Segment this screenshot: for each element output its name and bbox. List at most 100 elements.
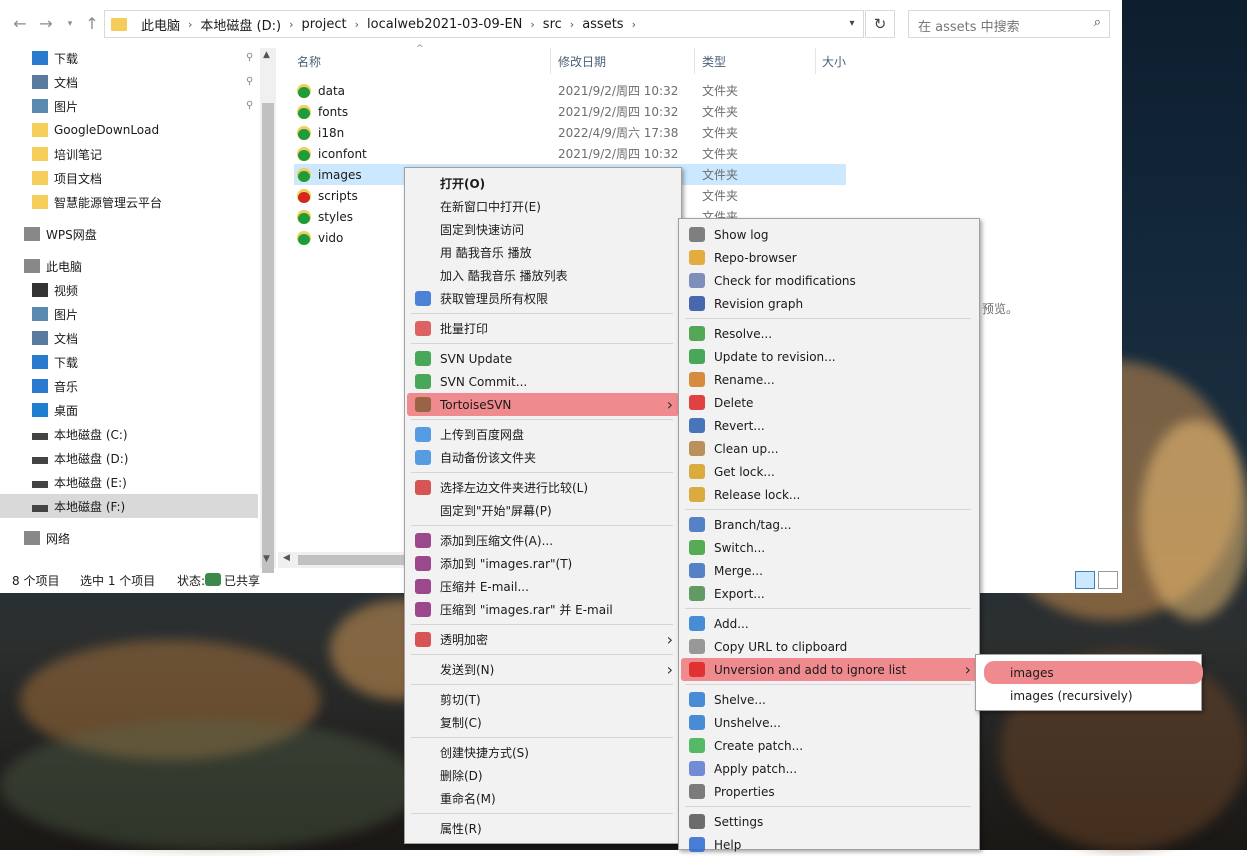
- menu-item[interactable]: 重命名(M): [407, 787, 679, 810]
- search-input[interactable]: 在 assets 中搜索 ⌕: [908, 10, 1110, 38]
- column-header-date[interactable]: 修改日期: [558, 48, 606, 74]
- nav-item[interactable]: 培训笔记: [32, 142, 102, 166]
- menu-item[interactable]: 透明加密 ›: [407, 628, 679, 651]
- menu-item[interactable]: 在新窗口中打开(E): [407, 195, 679, 218]
- nav-item[interactable]: GoogleDownLoad: [32, 118, 159, 142]
- nav-item[interactable]: 智慧能源管理云平台: [32, 190, 162, 214]
- menu-item[interactable]: Settings: [681, 810, 977, 833]
- large-icons-view-button[interactable]: [1098, 571, 1118, 589]
- menu-item[interactable]: Revert...: [681, 414, 977, 437]
- nav-item[interactable]: 此电脑: [24, 254, 82, 278]
- breadcrumb-chevron-icon[interactable]: ›: [287, 18, 295, 31]
- column-divider[interactable]: [694, 48, 695, 74]
- menu-item[interactable]: 添加到 "images.rar"(T): [407, 552, 679, 575]
- menu-item[interactable]: 复制(C): [407, 711, 679, 734]
- column-header-size[interactable]: 大小: [822, 48, 846, 74]
- pin-icon[interactable]: ⚲: [246, 52, 253, 63]
- menu-item[interactable]: 选择左边文件夹进行比较(L): [407, 476, 679, 499]
- scrollbar-thumb[interactable]: [262, 103, 274, 573]
- menu-item[interactable]: Rename...: [681, 368, 977, 391]
- nav-item[interactable]: 项目文档: [32, 166, 102, 190]
- details-view-button[interactable]: [1075, 571, 1095, 589]
- nav-vertical-scrollbar[interactable]: ▲ ▼: [260, 48, 276, 573]
- breadcrumb-chevron-icon[interactable]: ›: [353, 18, 361, 31]
- nav-item[interactable]: 音乐: [32, 374, 78, 398]
- menu-item[interactable]: 剪切(T): [407, 688, 679, 711]
- breadcrumb-chevron-icon[interactable]: ›: [630, 18, 638, 31]
- search-icon[interactable]: ⌕: [1094, 15, 1101, 30]
- menu-item[interactable]: 打开(O): [407, 172, 679, 195]
- hscroll-thumb[interactable]: [298, 555, 404, 565]
- menu-item[interactable]: 删除(D): [407, 764, 679, 787]
- menu-item[interactable]: Merge...: [681, 559, 977, 582]
- menu-item[interactable]: Branch/tag...: [681, 513, 977, 536]
- menu-item[interactable]: Unshelve...: [681, 711, 977, 734]
- menu-item[interactable]: Unversion and add to ignore list ›: [681, 658, 977, 681]
- menu-item[interactable]: 属性(R): [407, 817, 679, 840]
- address-dropdown-chevron-icon[interactable]: ▾: [841, 11, 863, 37]
- breadcrumb-item[interactable]: assets: [576, 17, 629, 32]
- menu-item[interactable]: 加入 酷我音乐 播放列表: [407, 264, 679, 287]
- nav-item[interactable]: 视频: [32, 278, 78, 302]
- menu-item[interactable]: 固定到快速访问: [407, 218, 679, 241]
- file-row[interactable]: data 2021/9/2/周四 10:32 文件夹: [294, 80, 846, 101]
- menu-item[interactable]: 创建快捷方式(S): [407, 741, 679, 764]
- menu-item[interactable]: 压缩到 "images.rar" 并 E-mail: [407, 598, 679, 621]
- menu-item[interactable]: 上传到百度网盘: [407, 423, 679, 446]
- address-bar[interactable]: 此电脑 › 本地磁盘 (D:) › project › localweb2021-03-09…: [104, 10, 864, 38]
- nav-item[interactable]: 图片: [32, 94, 78, 118]
- scroll-down-chevron-icon[interactable]: ▼: [263, 554, 270, 564]
- breadcrumb-chevron-icon[interactable]: ›: [528, 18, 536, 31]
- nav-item[interactable]: 下载: [32, 350, 78, 374]
- refresh-button[interactable]: ↻: [865, 10, 895, 38]
- menu-item[interactable]: Clean up...: [681, 437, 977, 460]
- menu-item[interactable]: Shelve...: [681, 688, 977, 711]
- menu-item[interactable]: Help: [681, 833, 977, 856]
- menu-item[interactable]: Revision graph: [681, 292, 977, 315]
- menu-item[interactable]: Copy URL to clipboard: [681, 635, 977, 658]
- file-list-horizontal-scrollbar[interactable]: ◀: [278, 552, 408, 568]
- breadcrumb-item[interactable]: 此电脑: [135, 15, 186, 34]
- menu-item[interactable]: 添加到压缩文件(A)...: [407, 529, 679, 552]
- nav-item[interactable]: 本地磁盘 (D:): [32, 446, 128, 470]
- nav-item[interactable]: WPS网盘: [24, 222, 97, 246]
- menu-item[interactable]: Release lock...: [681, 483, 977, 506]
- forward-arrow-icon[interactable]: →: [36, 13, 56, 35]
- menu-item[interactable]: Export...: [681, 582, 977, 605]
- file-row[interactable]: i18n 2022/4/9/周六 17:38 文件夹: [294, 122, 846, 143]
- file-row[interactable]: iconfont 2021/9/2/周四 10:32 文件夹: [294, 143, 846, 164]
- menu-item[interactable]: 压缩并 E-mail...: [407, 575, 679, 598]
- breadcrumb-item[interactable]: localweb2021-03-09-EN: [361, 17, 528, 32]
- nav-item[interactable]: 桌面: [32, 398, 78, 422]
- nav-item[interactable]: 图片: [32, 302, 78, 326]
- column-divider[interactable]: [815, 48, 816, 74]
- menu-item[interactable]: Show log: [681, 223, 977, 246]
- menu-item[interactable]: Update to revision...: [681, 345, 977, 368]
- menu-item[interactable]: 获取管理员所有权限: [407, 287, 679, 310]
- scroll-up-chevron-icon[interactable]: ▲: [263, 50, 270, 60]
- menu-item[interactable]: Add...: [681, 612, 977, 635]
- menu-item[interactable]: SVN Commit...: [407, 370, 679, 393]
- menu-item[interactable]: TortoiseSVN ›: [407, 393, 679, 416]
- column-header-type[interactable]: 类型: [702, 48, 726, 74]
- nav-item[interactable]: 本地磁盘 (E:): [32, 470, 127, 494]
- scroll-left-chevron-icon[interactable]: ◀: [283, 553, 290, 563]
- up-arrow-icon[interactable]: ↑: [82, 13, 102, 35]
- menu-item[interactable]: Apply patch...: [681, 757, 977, 780]
- nav-item[interactable]: 本地磁盘 (C:): [32, 422, 128, 446]
- menu-item[interactable]: Check for modifications: [681, 269, 977, 292]
- breadcrumb-chevron-icon[interactable]: ›: [568, 18, 576, 31]
- pin-icon[interactable]: ⚲: [246, 100, 253, 111]
- menu-item[interactable]: 发送到(N) ›: [407, 658, 679, 681]
- menu-item[interactable]: Properties: [681, 780, 977, 803]
- menu-item[interactable]: Get lock...: [681, 460, 977, 483]
- breadcrumb-item[interactable]: 本地磁盘 (D:): [194, 15, 287, 34]
- menu-item[interactable]: images: [984, 661, 1203, 684]
- recent-locations-chevron-icon[interactable]: ▾: [60, 13, 80, 35]
- column-divider[interactable]: [550, 48, 551, 74]
- menu-item[interactable]: Switch...: [681, 536, 977, 559]
- menu-item[interactable]: SVN Update: [407, 347, 679, 370]
- nav-item[interactable]: 文档: [32, 326, 78, 350]
- back-arrow-icon[interactable]: ←: [10, 13, 30, 35]
- menu-item[interactable]: Delete: [681, 391, 977, 414]
